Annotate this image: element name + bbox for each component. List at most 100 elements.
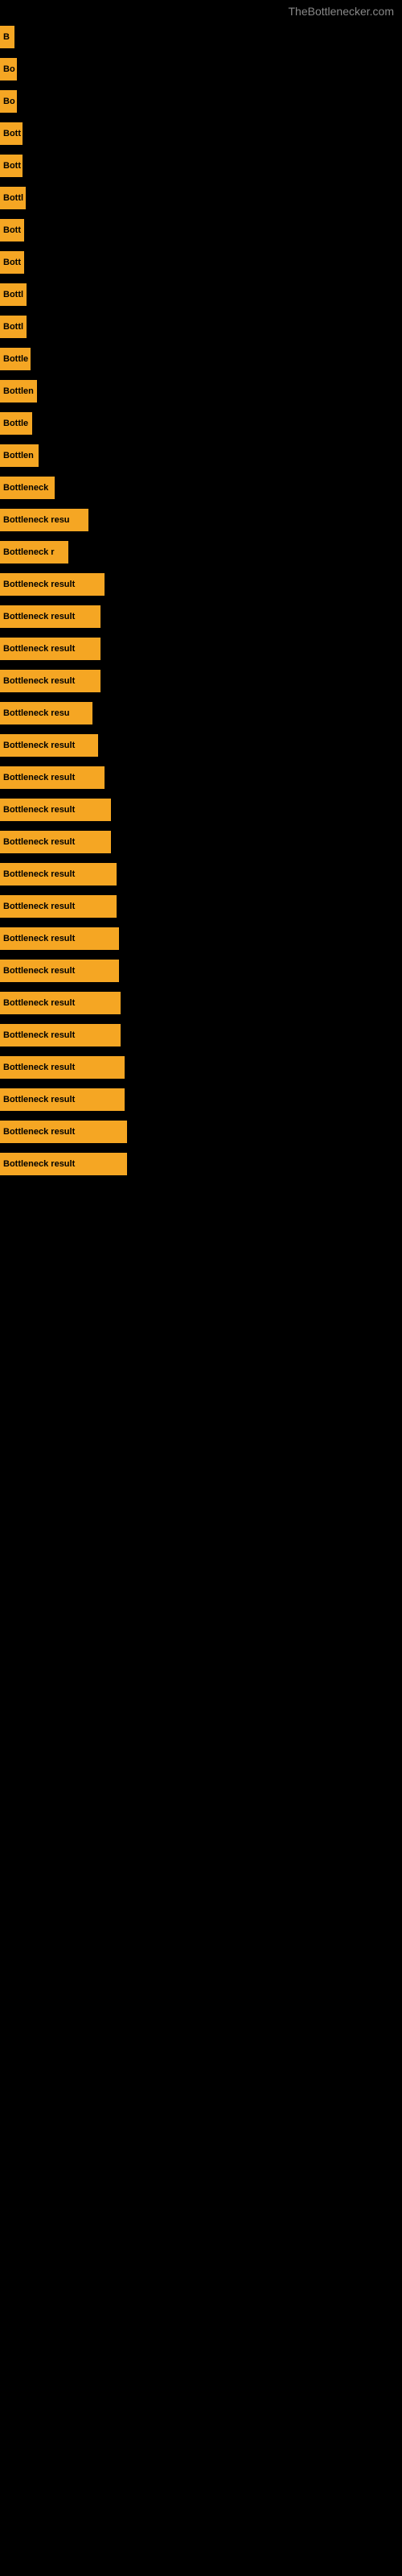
bottleneck-bar[interactable]: Bottleneck r bbox=[0, 541, 68, 564]
bar-label: Bottleneck result bbox=[3, 1095, 75, 1104]
bar-label: Bottleneck result bbox=[3, 580, 75, 589]
bar-label: Bottl bbox=[3, 290, 23, 299]
bottleneck-bar[interactable]: Bo bbox=[0, 90, 17, 113]
bar-row: Bott bbox=[0, 214, 402, 246]
bottleneck-bar[interactable]: Bott bbox=[0, 219, 24, 242]
bar-label: Bottleneck result bbox=[3, 1127, 75, 1137]
bottleneck-bar[interactable]: Bottleneck result bbox=[0, 1024, 121, 1046]
bottleneck-bar[interactable]: Bottleneck result bbox=[0, 799, 111, 821]
bar-row: Bottleneck result bbox=[0, 955, 402, 987]
bar-row: Bottleneck result bbox=[0, 794, 402, 826]
bar-row: Bottleneck result bbox=[0, 890, 402, 923]
bottleneck-bar[interactable]: Bottleneck resu bbox=[0, 509, 88, 531]
bottleneck-bar[interactable]: Bott bbox=[0, 155, 23, 177]
bar-row: Bott bbox=[0, 246, 402, 279]
bar-row: Bo bbox=[0, 53, 402, 85]
bar-row: Bottleneck result bbox=[0, 1148, 402, 1180]
bar-label: Bottleneck result bbox=[3, 1030, 75, 1040]
bar-label: Bottleneck result bbox=[3, 1063, 75, 1072]
bar-row: Bottleneck result bbox=[0, 923, 402, 955]
bar-row: Bottlen bbox=[0, 440, 402, 472]
bar-row: Bottlen bbox=[0, 375, 402, 407]
bar-label: Bottleneck result bbox=[3, 741, 75, 750]
bar-label: Bottleneck result bbox=[3, 837, 75, 847]
bottleneck-bar[interactable]: Bottle bbox=[0, 348, 31, 370]
bar-row: Bottle bbox=[0, 407, 402, 440]
bar-label: Bottl bbox=[3, 193, 23, 203]
bottleneck-bar[interactable]: Bottleneck result bbox=[0, 863, 117, 886]
bar-row: Bottleneck resu bbox=[0, 504, 402, 536]
bar-label: Bottleneck result bbox=[3, 998, 75, 1008]
bottleneck-bar[interactable]: Bottleneck result bbox=[0, 734, 98, 757]
bar-row: Bott bbox=[0, 150, 402, 182]
bar-label: Bottleneck result bbox=[3, 934, 75, 943]
bar-label: Bottle bbox=[3, 354, 28, 364]
bar-label: Bottleneck result bbox=[3, 676, 75, 686]
bottleneck-bar[interactable]: Bottleneck result bbox=[0, 573, 105, 596]
bottleneck-bar[interactable]: Bottl bbox=[0, 283, 27, 306]
bottleneck-bar[interactable]: Bottleneck result bbox=[0, 831, 111, 853]
bottleneck-bar[interactable]: Bottleneck result bbox=[0, 927, 119, 950]
bottleneck-bar[interactable]: Bottleneck result bbox=[0, 1121, 127, 1143]
bottleneck-bar[interactable]: Bottleneck resu bbox=[0, 702, 92, 724]
bar-label: Bott bbox=[3, 225, 21, 235]
bottleneck-bar[interactable]: Bottleneck result bbox=[0, 670, 100, 692]
bar-row: Bottleneck bbox=[0, 472, 402, 504]
bar-label: Bottleneck r bbox=[3, 547, 55, 557]
bar-row: Bottleneck r bbox=[0, 536, 402, 568]
bottleneck-bar[interactable]: Bo bbox=[0, 58, 17, 80]
bar-row: Bottleneck result bbox=[0, 665, 402, 697]
bar-row: Bottleneck result bbox=[0, 1116, 402, 1148]
bar-label: Bottleneck result bbox=[3, 773, 75, 782]
bottleneck-bar[interactable]: Bottleneck result bbox=[0, 638, 100, 660]
bar-label: Bottleneck bbox=[3, 483, 48, 493]
bar-label: Bottleneck result bbox=[3, 644, 75, 654]
bottleneck-bar[interactable]: Bottleneck result bbox=[0, 1153, 127, 1175]
bottleneck-bar[interactable]: Bott bbox=[0, 251, 24, 274]
bar-label: Bottleneck result bbox=[3, 869, 75, 879]
bar-row: Bottleneck result bbox=[0, 762, 402, 794]
bottleneck-bar[interactable]: Bott bbox=[0, 122, 23, 145]
bar-label: Bott bbox=[3, 161, 21, 171]
bottleneck-bar[interactable]: Bottleneck result bbox=[0, 1056, 125, 1079]
bottleneck-bar[interactable]: Bottlen bbox=[0, 380, 37, 402]
bar-label: Bottle bbox=[3, 419, 28, 428]
bottleneck-bar[interactable]: Bottl bbox=[0, 187, 26, 209]
bar-label: B bbox=[3, 32, 10, 42]
bar-label: Bott bbox=[3, 258, 21, 267]
bar-label: Bottleneck resu bbox=[3, 708, 70, 718]
bar-label: Bottleneck result bbox=[3, 966, 75, 976]
bar-label: Bottleneck result bbox=[3, 902, 75, 911]
bar-row: Bottleneck result bbox=[0, 601, 402, 633]
bottleneck-bar[interactable]: Bottleneck result bbox=[0, 960, 119, 982]
bottleneck-bar[interactable]: Bottle bbox=[0, 412, 32, 435]
bar-row: Bott bbox=[0, 118, 402, 150]
bar-label: Bo bbox=[3, 64, 15, 74]
bar-label: Bo bbox=[3, 97, 15, 106]
bar-label: Bottlen bbox=[3, 386, 34, 396]
bar-label: Bottleneck resu bbox=[3, 515, 70, 525]
bar-row: Bo bbox=[0, 85, 402, 118]
bottleneck-bar[interactable]: B bbox=[0, 26, 14, 48]
bottleneck-bar[interactable]: Bottlen bbox=[0, 444, 39, 467]
bottleneck-bar[interactable]: Bottleneck result bbox=[0, 605, 100, 628]
bar-row: Bottleneck result bbox=[0, 729, 402, 762]
bar-row: Bottleneck result bbox=[0, 987, 402, 1019]
bottleneck-bar[interactable]: Bottleneck bbox=[0, 477, 55, 499]
bar-label: Bottleneck result bbox=[3, 1159, 75, 1169]
bottleneck-bar[interactable]: Bottleneck result bbox=[0, 895, 117, 918]
bottleneck-bar[interactable]: Bottleneck result bbox=[0, 992, 121, 1014]
bottleneck-bar[interactable]: Bottleneck result bbox=[0, 766, 105, 789]
bar-row: Bottleneck result bbox=[0, 1051, 402, 1084]
bar-row: Bottleneck resu bbox=[0, 697, 402, 729]
bar-row: Bottleneck result bbox=[0, 826, 402, 858]
bar-row: Bottl bbox=[0, 279, 402, 311]
bar-row: Bottleneck result bbox=[0, 858, 402, 890]
bar-row: Bottleneck result bbox=[0, 1019, 402, 1051]
bottleneck-bar[interactable]: Bottleneck result bbox=[0, 1088, 125, 1111]
bar-row: Bottl bbox=[0, 182, 402, 214]
bar-label: Bottleneck result bbox=[3, 805, 75, 815]
bar-row: B bbox=[0, 21, 402, 53]
bottleneck-bar[interactable]: Bottl bbox=[0, 316, 27, 338]
bar-label: Bottlen bbox=[3, 451, 34, 460]
